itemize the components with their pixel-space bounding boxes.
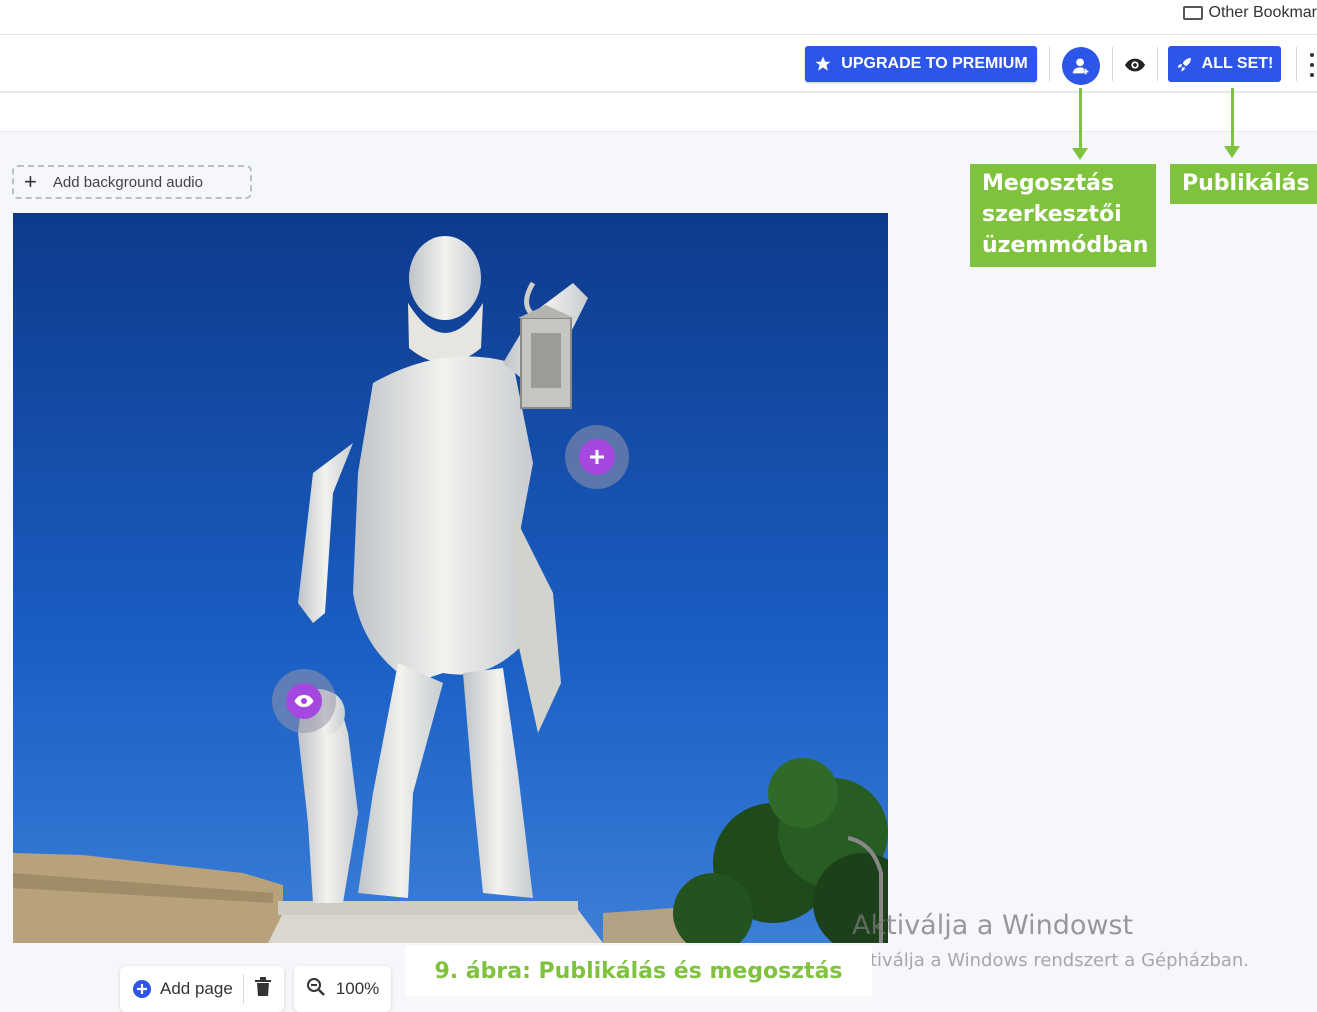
trash-icon — [254, 976, 271, 996]
toolbar-divider — [1157, 47, 1158, 81]
share-arrow-head — [1072, 148, 1088, 160]
add-page-label: Add page — [160, 979, 233, 998]
bookmarks-bar: Other Bookmar — [0, 0, 1317, 35]
share-callout-line: üzemmódban — [982, 233, 1149, 258]
toolbar-divider — [1112, 47, 1113, 81]
more-options-button[interactable] — [1308, 53, 1316, 77]
all-set-label: ALL SET! — [1201, 55, 1274, 72]
windows-activation-title: Aktiválja a Windowst — [852, 910, 1134, 941]
publish-arrow-head — [1224, 146, 1240, 158]
page-actions-group: Add page — [120, 966, 284, 1012]
app-toolbar: UPGRADE TO PREMIUM ALL SET! — [0, 35, 1317, 93]
share-edit-mode-button[interactable] — [1062, 47, 1100, 85]
zoom-level: 100% — [335, 979, 380, 998]
hotspot-marker — [579, 439, 615, 475]
upgrade-premium-button[interactable]: UPGRADE TO PREMIUM — [805, 46, 1037, 82]
share-callout-line: Megosztás — [982, 171, 1115, 196]
add-background-audio-label: Add background audio — [52, 173, 203, 191]
folder-icon — [1182, 6, 1203, 20]
share-callout-line: szerkesztői — [982, 202, 1122, 227]
bottom-divider — [242, 974, 244, 1004]
zoom-out-button[interactable] — [306, 977, 326, 1002]
bookmark-folder-other[interactable]: Other Bookmar — [1182, 4, 1317, 22]
image-canvas[interactable] — [13, 213, 888, 943]
eye-icon — [294, 694, 314, 708]
preview-button[interactable] — [1121, 51, 1149, 79]
add-user-icon — [1072, 58, 1089, 75]
plus-icon — [590, 450, 604, 464]
more-dot — [1310, 73, 1314, 77]
rocket-icon — [1177, 58, 1191, 72]
windows-activation-subtitle: tiválja a Windows rendszert a Gépházban. — [870, 950, 1249, 971]
secondary-bar — [0, 93, 1317, 132]
more-dot — [1310, 53, 1314, 57]
plus-icon: + — [24, 169, 37, 194]
bookmark-folder-label: Other Bookmar — [1208, 4, 1317, 21]
publish-all-set-button[interactable]: ALL SET! — [1168, 46, 1281, 82]
share-callout: Megosztás szerkesztői üzemmódban — [970, 164, 1156, 267]
publish-callout-label: Publikálás — [1182, 171, 1310, 196]
figure-caption: 9. ábra: Publikálás és megosztás — [405, 946, 872, 996]
delete-page-button[interactable] — [254, 976, 272, 1002]
hotspot-marker — [286, 683, 322, 719]
publish-callout: Publikálás — [1170, 164, 1317, 204]
view-hotspot-button[interactable] — [272, 669, 336, 733]
publish-arrow-line — [1231, 88, 1234, 148]
toolbar-divider — [1049, 47, 1050, 81]
upgrade-premium-label: UPGRADE TO PREMIUM — [841, 55, 1028, 72]
add-page-button[interactable]: Add page — [132, 979, 233, 999]
bottom-toolbar: Add page 100% — [120, 966, 401, 1012]
toolbar-divider — [1296, 47, 1297, 81]
eye-icon — [1124, 58, 1146, 72]
star-icon — [815, 56, 831, 71]
add-circle-icon — [133, 980, 151, 998]
more-dot — [1310, 63, 1314, 67]
add-hotspot-button[interactable] — [565, 425, 629, 489]
add-background-audio-button[interactable]: + Add background audio — [12, 165, 252, 199]
statue-photo — [13, 213, 888, 943]
share-arrow-line — [1079, 88, 1082, 150]
zoom-group: 100% — [293, 966, 392, 1012]
zoom-out-icon — [306, 977, 325, 996]
